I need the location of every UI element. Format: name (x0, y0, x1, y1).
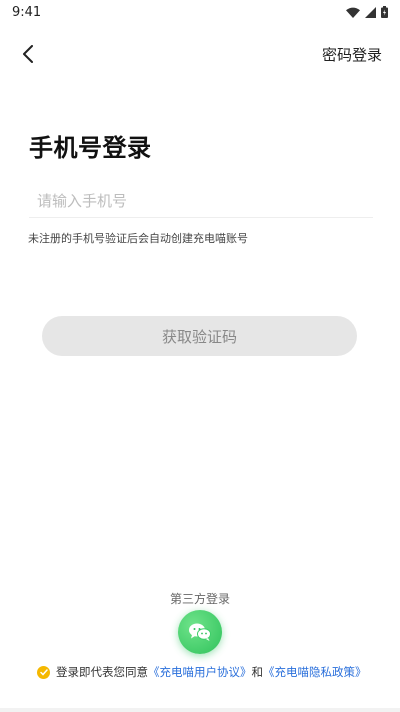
chevron-left-icon (23, 45, 33, 63)
get-code-button[interactable]: 获取验证码 (42, 316, 357, 356)
wechat-login-button[interactable] (178, 610, 222, 654)
battery-icon (381, 6, 388, 18)
nav-bar: 密码登录 (0, 34, 400, 74)
status-time: 9:41 (12, 4, 42, 20)
check-icon (39, 668, 48, 676)
signup-hint: 未注册的手机号验证后会自动创建充电喵账号 (28, 232, 248, 245)
password-login-link[interactable]: 密码登录 (322, 44, 382, 65)
status-icons (346, 6, 388, 18)
agreement-and: 和 (251, 665, 264, 679)
wechat-icon (189, 623, 211, 641)
page-title: 手机号登录 (29, 134, 152, 162)
agreement-prefix: 登录即代表您同意 (56, 665, 148, 679)
bottom-edge (0, 708, 400, 712)
agreement-checkbox[interactable] (37, 665, 50, 679)
phone-input[interactable] (29, 184, 373, 218)
agreement-row: 登录即代表您同意 《充电喵用户协议》 和 《充电喵隐私政策》 (37, 664, 377, 680)
wifi-icon (346, 7, 360, 18)
status-bar: 9:41 (0, 0, 400, 24)
third-party-login-label: 第三方登录 (169, 592, 230, 606)
back-button[interactable] (16, 42, 40, 66)
privacy-policy-link[interactable]: 《充电喵隐私政策》 (263, 664, 367, 680)
cellular-icon (365, 6, 376, 18)
user-agreement-link[interactable]: 《充电喵用户协议》 (148, 664, 252, 680)
